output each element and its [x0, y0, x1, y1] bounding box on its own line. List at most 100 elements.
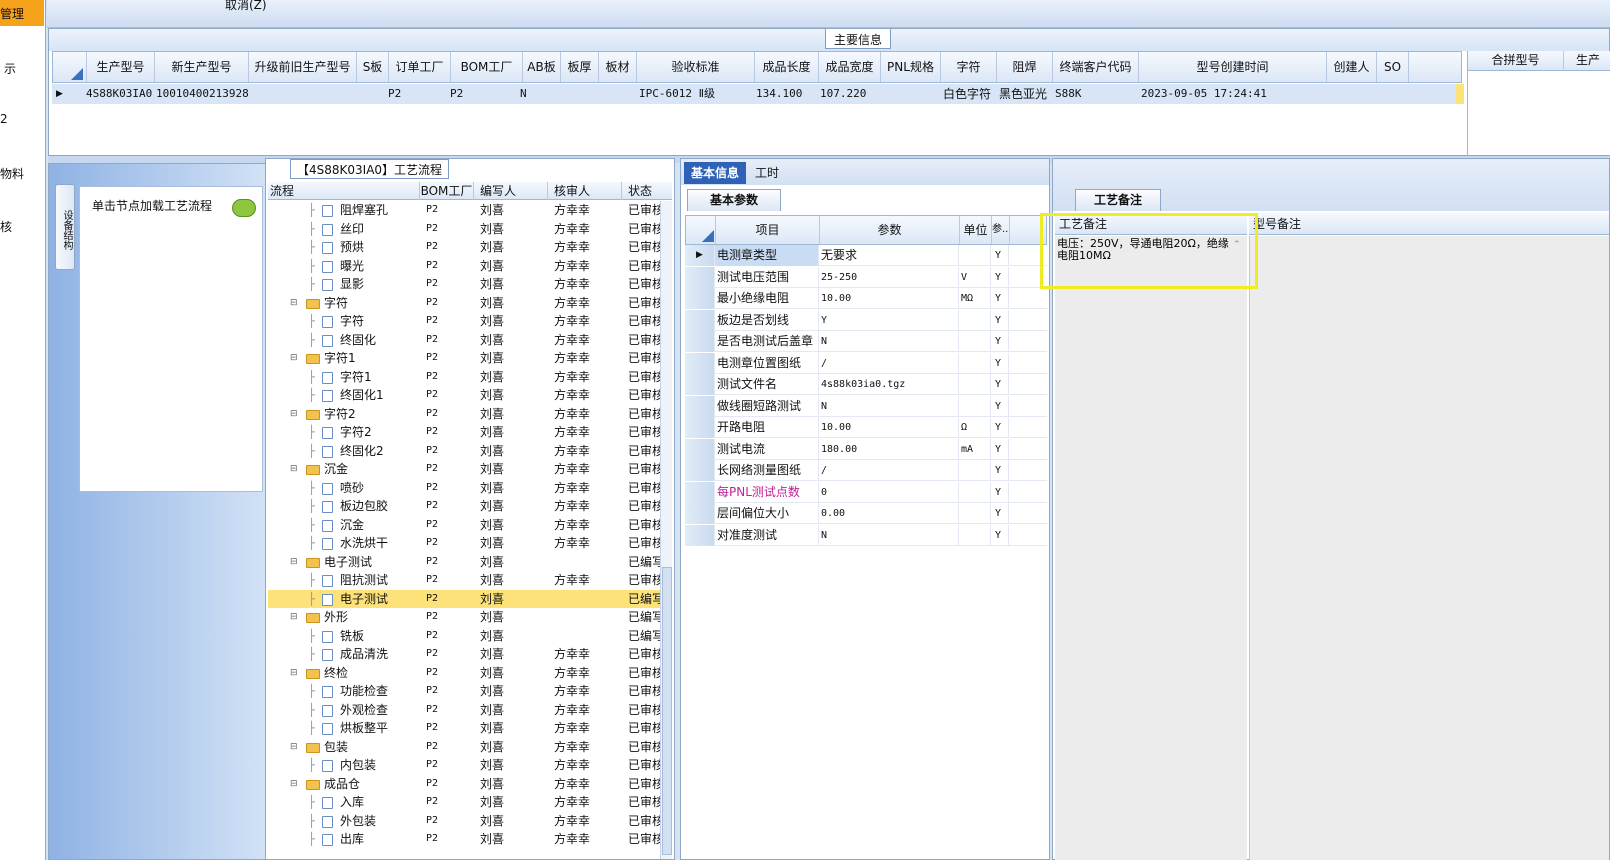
flow-row[interactable]: ⊟ 外形 P2 刘喜 已编写	[268, 608, 660, 626]
param-row[interactable]: 是否电测试后盖章 N Y	[685, 331, 1047, 352]
col-param-unit[interactable]: 单位	[960, 216, 992, 244]
col-char[interactable]: 字符	[941, 52, 997, 82]
flow-row[interactable]: ├ 内包装 P2 刘喜 方幸幸 已审核	[268, 756, 660, 774]
flow-row[interactable]: ├ 显影 P2 刘喜 方幸幸 已审核	[268, 275, 660, 293]
col-prod-model[interactable]: 生产型号	[87, 52, 155, 82]
chevron-up-icon[interactable]: ⌃	[1233, 240, 1241, 250]
param-value[interactable]: 0	[819, 481, 959, 503]
tab-basic-info[interactable]: 基本信息	[684, 162, 746, 184]
table-row[interactable]: ▶ 4S88K03IA0 10010400213928 P2 P2 N IPC-…	[52, 84, 1464, 104]
param-row[interactable]: 对准度测试 N Y	[685, 524, 1047, 546]
col-standard[interactable]: 验收标准	[637, 52, 755, 82]
flow-row[interactable]: ├ 出库 P2 刘喜 方幸幸 已审核	[268, 830, 660, 848]
col-merge-model[interactable]: 合拼型号	[1468, 51, 1564, 69]
col-flow[interactable]: 流程	[268, 182, 420, 200]
col-flow-status[interactable]: 状态	[622, 182, 662, 200]
col-param-flag[interactable]: 参...	[992, 216, 1010, 244]
col-flow-reviewer[interactable]: 核审人	[548, 182, 622, 200]
param-value[interactable]: 25-250	[819, 266, 959, 288]
collapse-toggle-icon[interactable]: ⊟	[290, 608, 298, 626]
param-row[interactable]: 每PNL测试点数 0 Y	[685, 481, 1047, 503]
param-row[interactable]: 层间偏位大小 0.00 Y	[685, 503, 1047, 524]
process-remarks-field[interactable]: 电压：250V，导通电阻20Ω，绝缘电阻10MΩ ⌃	[1055, 236, 1247, 860]
flow-row[interactable]: ├ 喷砂 P2 刘喜 方幸幸 已审核	[268, 479, 660, 497]
flow-row[interactable]: ⊟ 包装 P2 刘喜 方幸幸 已审核	[268, 738, 660, 756]
param-value[interactable]: Y	[819, 309, 959, 331]
param-value[interactable]: /	[819, 460, 959, 481]
tab-work-hours[interactable]: 工时	[755, 162, 779, 184]
col-length[interactable]: 成品长度	[755, 52, 819, 82]
param-row[interactable]: 测试电流 180.00 mA Y	[685, 438, 1047, 460]
param-value[interactable]: N	[819, 524, 959, 546]
col-customer-code[interactable]: 终端客户代码	[1053, 52, 1139, 82]
flow-row[interactable]: ⊟ 终检 P2 刘喜 方幸幸 已审核	[268, 664, 660, 682]
col-pnl[interactable]: PNL规格	[881, 52, 941, 82]
flow-row[interactable]: ├ 板边包胶 P2 刘喜 方幸幸 已审核	[268, 497, 660, 515]
process-remarks-text[interactable]: 电压：250V，导通电阻20Ω，绝缘电阻10MΩ	[1057, 238, 1229, 262]
cancel-button[interactable]: 取消(Z)	[225, 0, 267, 13]
param-value[interactable]: 4s88k03ia0.tgz	[819, 374, 959, 395]
flow-row[interactable]: ├ 阻焊塞孔 P2 刘喜 方幸幸 已审核	[268, 201, 660, 219]
param-row[interactable]: 电测章位置图纸 / Y	[685, 352, 1047, 374]
flow-row[interactable]: ├ 外观检查 P2 刘喜 方幸幸 已审核	[268, 701, 660, 719]
flow-row[interactable]: ├ 终固化2 P2 刘喜 方幸幸 已审核	[268, 442, 660, 460]
flow-row[interactable]: ├ 字符2 P2 刘喜 方幸幸 已审核	[268, 423, 660, 441]
flow-row[interactable]: ├ 字符 P2 刘喜 方幸幸 已审核	[268, 312, 660, 330]
flow-row[interactable]: ⊟ 字符2 P2 刘喜 方幸幸 已审核	[268, 405, 660, 423]
collapse-toggle-icon[interactable]: ⊟	[290, 738, 298, 756]
col-param-value[interactable]: 参数	[820, 216, 960, 244]
nav-item-manage[interactable]: 管理	[0, 5, 44, 22]
model-remarks-field[interactable]	[1249, 236, 1609, 860]
param-value[interactable]: 180.00	[819, 438, 959, 460]
col-created[interactable]: 型号创建时间	[1139, 52, 1327, 82]
flow-row[interactable]: ⊟ 字符1 P2 刘喜 方幸幸 已审核	[268, 349, 660, 367]
nav-item-2[interactable]: 2	[0, 112, 44, 126]
tab-process-remarks[interactable]: 工艺备注	[1075, 189, 1161, 211]
flow-row[interactable]: ├ 阻抗测试 P2 刘喜 方幸幸 已审核	[268, 571, 660, 589]
flow-row[interactable]: ├ 字符1 P2 刘喜 方幸幸 已审核	[268, 368, 660, 386]
flow-row[interactable]: ├ 丝印 P2 刘喜 方幸幸 已审核	[268, 220, 660, 238]
collapse-toggle-icon[interactable]: ⊟	[290, 553, 298, 571]
tab-basic-params[interactable]: 基本参数	[687, 189, 781, 211]
flow-row[interactable]: ├ 铣板 P2 刘喜 已编写	[268, 627, 660, 645]
flow-row[interactable]: ⊟ 电子测试 P2 刘喜 已编写	[268, 553, 660, 571]
param-row[interactable]: 测试电压范围 25-250 V Y	[685, 266, 1047, 288]
param-row[interactable]: 长网络测量图纸 / Y	[685, 460, 1047, 481]
col-s-board[interactable]: S板	[357, 52, 389, 82]
param-row[interactable]: 做线圈短路测试 N Y	[685, 395, 1047, 417]
flow-row[interactable]: ├ 终固化 P2 刘喜 方幸幸 已审核	[268, 331, 660, 349]
flow-scrollbar-thumb[interactable]	[662, 567, 672, 855]
param-value[interactable]: 10.00	[819, 417, 959, 438]
col-material[interactable]: 板材	[599, 52, 637, 82]
flow-row[interactable]: ├ 终固化1 P2 刘喜 方幸幸 已审核	[268, 386, 660, 404]
col-creator[interactable]: 创建人	[1327, 52, 1377, 82]
tab-equipment-structure[interactable]: 设备结构	[55, 184, 75, 270]
param-value[interactable]: N	[819, 395, 959, 417]
collapse-toggle-icon[interactable]: ⊟	[290, 405, 298, 423]
param-value[interactable]: /	[819, 352, 959, 374]
col-thickness[interactable]: 板厚	[561, 52, 599, 82]
col-so[interactable]: SO	[1377, 52, 1409, 82]
flow-row[interactable]: ├ 外包装 P2 刘喜 方幸幸 已审核	[268, 812, 660, 830]
param-row[interactable]: ▶ 电测章类型 无要求 Y	[685, 245, 1047, 266]
flow-row[interactable]: ⊟ 成品仓 P2 刘喜 方幸幸 已审核	[268, 775, 660, 793]
nav-item-review[interactable]: 核	[0, 218, 44, 235]
col-flow-bom[interactable]: BOM工厂	[420, 182, 474, 200]
param-value[interactable]: 10.00	[819, 288, 959, 309]
flow-row[interactable]: ├ 曝光 P2 刘喜 方幸幸 已审核	[268, 257, 660, 275]
col-width[interactable]: 成品宽度	[819, 52, 881, 82]
col-production[interactable]: 生产	[1564, 51, 1610, 69]
nav-item-material[interactable]: 物料	[0, 165, 44, 182]
col-param-item[interactable]: 项目	[716, 216, 820, 244]
col-order-factory[interactable]: 订单工厂	[389, 52, 451, 82]
flow-row[interactable]: ├ 成品清洗 P2 刘喜 方幸幸 已审核	[268, 645, 660, 663]
collapse-toggle-icon[interactable]: ⊟	[290, 349, 298, 367]
flow-row[interactable]: ├ 预烘 P2 刘喜 方幸幸 已审核	[268, 238, 660, 256]
flow-row[interactable]: ├ 电子测试 P2 刘喜 已编写	[268, 589, 660, 608]
collapse-toggle-icon[interactable]: ⊟	[290, 775, 298, 793]
nav-item-display[interactable]: 示	[4, 60, 48, 77]
param-row[interactable]: 板边是否划线 Y Y	[685, 309, 1047, 331]
collapse-toggle-icon[interactable]: ⊟	[290, 460, 298, 478]
flow-scrollbar[interactable]	[660, 201, 672, 859]
flow-row[interactable]: ├ 烘板整平 P2 刘喜 方幸幸 已审核	[268, 719, 660, 737]
